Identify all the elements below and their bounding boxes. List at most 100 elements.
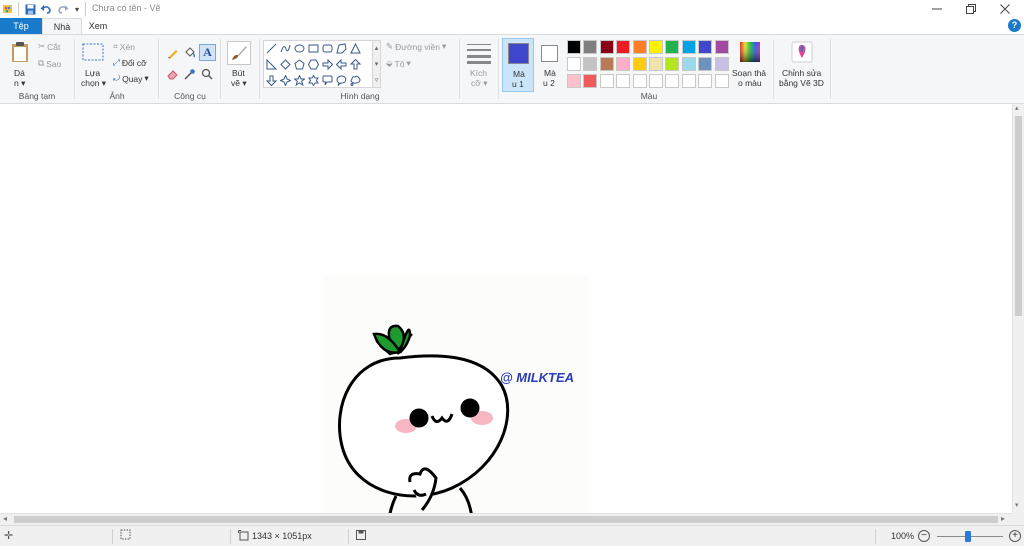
magnifier-icon[interactable]	[199, 66, 214, 81]
color-swatch[interactable]	[599, 57, 614, 71]
pentagon-shape-icon[interactable]	[294, 59, 305, 70]
line-shape-icon[interactable]	[266, 43, 277, 54]
color-swatch[interactable]	[649, 74, 663, 88]
copy-button[interactable]: ⧉ Sao	[38, 58, 61, 69]
four-point-star-shape-icon[interactable]	[280, 75, 291, 86]
color-swatch[interactable]	[698, 74, 713, 88]
tab-file[interactable]: Tệp	[0, 18, 42, 35]
help-icon[interactable]: ?	[1008, 19, 1021, 32]
save-icon[interactable]	[23, 2, 37, 16]
horizontal-scroll-thumb[interactable]	[14, 516, 998, 523]
paint-app-icon[interactable]	[1, 2, 15, 16]
brush-icon[interactable]	[227, 41, 251, 65]
resize-button[interactable]: ⤢ Đổi cỡ	[113, 57, 147, 68]
oval-shape-icon[interactable]	[294, 43, 305, 54]
restore-button[interactable]	[954, 0, 988, 17]
select-icon[interactable]	[82, 43, 104, 61]
vertical-scroll-thumb[interactable]	[1015, 116, 1022, 316]
up-arrow-shape-icon[interactable]	[350, 59, 361, 70]
tab-view[interactable]: Xem	[82, 18, 114, 35]
color-swatch[interactable]	[714, 74, 729, 88]
cloud-callout-shape-icon[interactable]	[350, 75, 361, 86]
five-point-star-shape-icon[interactable]	[294, 75, 305, 86]
down-arrow-shape-icon[interactable]	[266, 75, 277, 86]
color-swatch[interactable]	[583, 57, 598, 71]
color-swatch[interactable]	[714, 57, 729, 71]
tab-home[interactable]: Nhà	[42, 18, 82, 35]
shapes-gallery-scroll[interactable]: ▴ ▾ ▿	[373, 40, 381, 88]
scroll-down-icon[interactable]: ▾	[1015, 501, 1019, 509]
zoom-slider-thumb[interactable]	[965, 531, 971, 542]
customize-quick-access-icon[interactable]: ▾	[72, 2, 82, 16]
color-picker-icon[interactable]	[182, 66, 197, 81]
hexagon-shape-icon[interactable]	[308, 59, 319, 70]
text-tool-icon[interactable]: A	[199, 44, 216, 61]
zoom-in-icon[interactable]: +	[1009, 530, 1021, 542]
six-point-star-shape-icon[interactable]	[308, 75, 319, 86]
minimize-button[interactable]	[920, 0, 954, 17]
color-swatch[interactable]	[567, 57, 581, 71]
color-swatch[interactable]	[714, 40, 729, 54]
color-swatch[interactable]	[665, 74, 680, 88]
color-swatch[interactable]	[632, 40, 647, 54]
eraser-icon[interactable]	[165, 66, 180, 81]
color-swatch[interactable]	[649, 40, 663, 54]
scroll-right-icon[interactable]: ▸	[1001, 514, 1005, 523]
scroll-left-icon[interactable]: ◂	[3, 514, 7, 523]
scroll-up-icon[interactable]: ▴	[1015, 104, 1019, 112]
rectangle-shape-icon[interactable]	[308, 43, 319, 54]
color-swatch[interactable]	[567, 74, 581, 88]
color-swatch[interactable]	[698, 57, 713, 71]
color-swatch[interactable]	[698, 40, 713, 54]
redo-icon[interactable]	[56, 2, 70, 16]
size-button[interactable]: cỡ ▾	[471, 78, 487, 89]
cut-button[interactable]: ✂ Cắt	[38, 41, 60, 52]
drawing-canvas[interactable]: @ MILKTEA	[322, 276, 590, 535]
color2-button[interactable]: Mà u 2	[536, 38, 566, 92]
zoom-out-icon[interactable]: −	[918, 530, 930, 542]
diamond-shape-icon[interactable]	[280, 59, 291, 70]
right-triangle-shape-icon[interactable]	[266, 59, 277, 70]
color-swatch[interactable]	[681, 40, 696, 54]
color-swatch[interactable]	[583, 74, 598, 88]
color-swatch[interactable]	[616, 40, 631, 54]
color-swatch[interactable]	[681, 74, 696, 88]
polygon-shape-icon[interactable]	[336, 43, 347, 54]
color-swatch[interactable]	[567, 40, 581, 54]
color-swatch[interactable]	[649, 57, 663, 71]
horizontal-scrollbar[interactable]: ◂ ▸	[0, 513, 1012, 525]
rounded-rectangle-shape-icon[interactable]	[322, 43, 333, 54]
left-arrow-shape-icon[interactable]	[336, 59, 347, 70]
rotate-button[interactable]: ⤾ Quay ▾	[113, 73, 149, 84]
undo-icon[interactable]	[39, 2, 53, 16]
canvas-area[interactable]: @ MILKTEA	[0, 104, 1012, 535]
color-swatch[interactable]	[599, 40, 614, 54]
color-swatch[interactable]	[583, 40, 598, 54]
brushes-button[interactable]: vẽ ▾	[231, 78, 247, 89]
select-button[interactable]: chọn ▾	[81, 78, 106, 89]
color-swatch[interactable]	[632, 74, 647, 88]
color-swatch[interactable]	[616, 57, 631, 71]
fill-shape-button[interactable]: ⬙ Tô ▾	[386, 58, 411, 69]
color1-button[interactable]: Mà u 1	[502, 38, 534, 92]
color-swatch[interactable]	[665, 57, 680, 71]
color-swatch[interactable]	[616, 74, 631, 88]
edit-colors-button[interactable]: Soạn thả o màu	[732, 35, 770, 103]
right-arrow-shape-icon[interactable]	[322, 59, 333, 70]
triangle-shape-icon[interactable]	[350, 43, 361, 54]
crop-button[interactable]: ⌗ Xén	[113, 41, 135, 52]
paste-button[interactable]: n ▾	[14, 78, 25, 89]
color-swatch[interactable]	[681, 57, 696, 71]
vertical-scrollbar[interactable]: ▴ ▾	[1012, 104, 1024, 513]
close-button[interactable]	[988, 0, 1022, 17]
edit-with-paint3d-button[interactable]: Chỉnh sửa bằng Vẽ 3D	[775, 35, 829, 103]
color-swatch[interactable]	[665, 40, 680, 54]
pencil-icon[interactable]	[165, 45, 180, 60]
outline-button[interactable]: ✎ Đường viền ▾	[386, 41, 446, 52]
paste-icon[interactable]	[10, 41, 30, 63]
color-swatch[interactable]	[599, 74, 614, 88]
color-swatch[interactable]	[632, 57, 647, 71]
oval-callout-shape-icon[interactable]	[336, 75, 347, 86]
fill-icon[interactable]	[182, 45, 197, 60]
curve-shape-icon[interactable]	[280, 43, 291, 54]
